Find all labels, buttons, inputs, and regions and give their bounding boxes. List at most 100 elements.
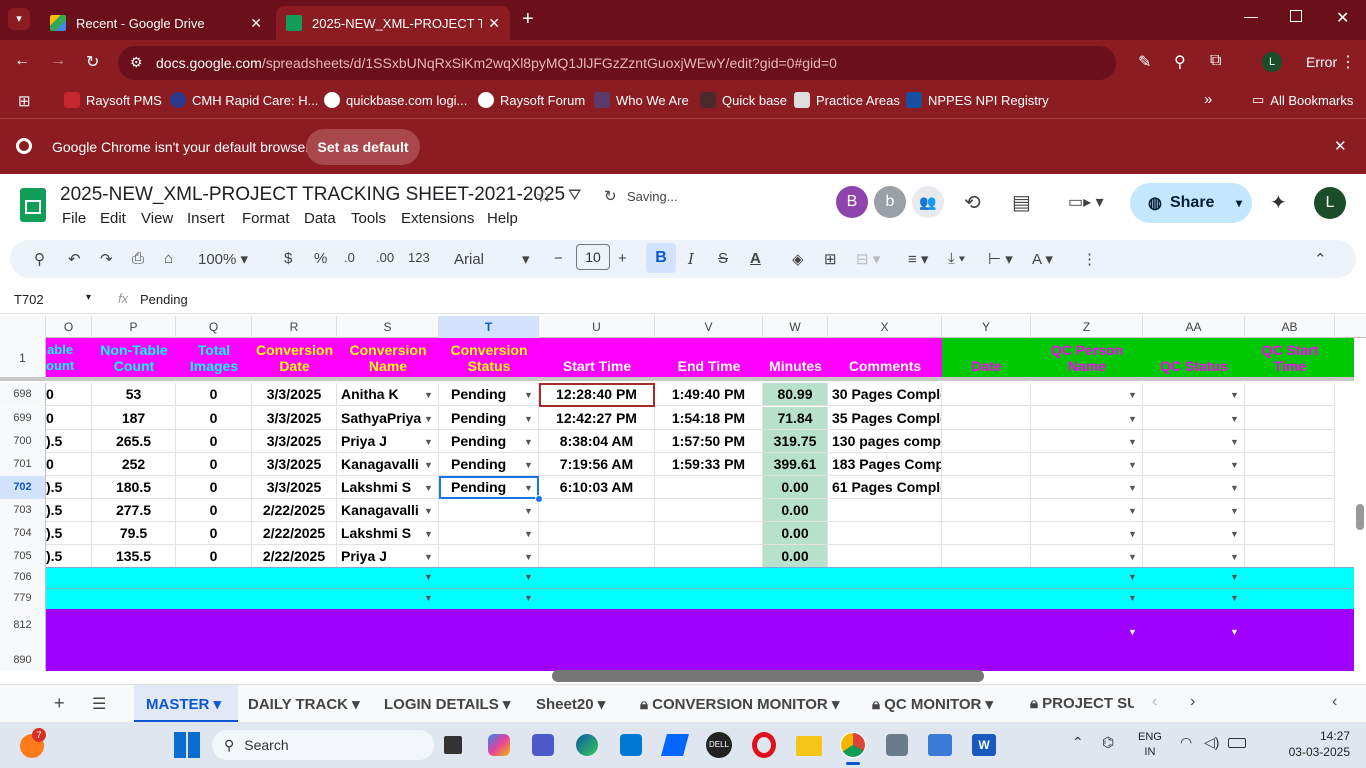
name-box[interactable]: T702: [14, 292, 44, 307]
font-size-increase-icon[interactable]: +: [618, 250, 627, 267]
cell-ab[interactable]: [1245, 430, 1335, 453]
zoom-select[interactable]: 100% ▾: [198, 250, 248, 268]
dropdown-chevron-icon[interactable]: ▼: [524, 460, 533, 470]
cell-o[interactable]: 0: [46, 383, 92, 406]
dropdown-chevron-icon[interactable]: ▼: [524, 552, 533, 562]
close-window-icon[interactable]: ✕: [1336, 8, 1349, 28]
cell-w[interactable]: 0.00: [763, 499, 828, 522]
cell-o[interactable]: ).5: [46, 545, 92, 568]
set-as-default-button[interactable]: Set as default: [306, 129, 420, 165]
cell-v[interactable]: 1:57:50 PM: [655, 430, 763, 453]
cell-z[interactable]: [1031, 453, 1143, 476]
profile-error-label[interactable]: Error: [1306, 54, 1337, 70]
dropdown-chevron-icon[interactable]: ▼: [1230, 552, 1239, 562]
dropdown-chevron-icon[interactable]: ▼: [1230, 506, 1239, 516]
move-folder-icon[interactable]: ⛛: [568, 187, 581, 205]
clock[interactable]: 14:27 03-03-2025: [1262, 728, 1350, 760]
dropdown-chevron-icon[interactable]: ▼: [1230, 627, 1239, 637]
cell-r[interactable]: 3/3/2025: [252, 383, 337, 406]
profile-avatar[interactable]: L: [1262, 52, 1282, 72]
cell-z[interactable]: [1031, 476, 1143, 499]
cell-o[interactable]: ).5: [46, 499, 92, 522]
cell-o[interactable]: 0: [46, 453, 92, 476]
all-sheets-icon[interactable]: ☰: [92, 694, 106, 714]
snipping-tool-icon[interactable]: [886, 734, 908, 756]
cell-v[interactable]: 1:59:33 PM: [655, 453, 763, 476]
cell-x[interactable]: [828, 522, 942, 545]
dropdown-chevron-icon[interactable]: ▼: [1128, 529, 1137, 539]
power-automate-icon[interactable]: [661, 734, 689, 756]
document-title[interactable]: 2025-NEW_XML-PROJECT TRACKING SHEET-2021…: [60, 184, 565, 206]
cell-v[interactable]: 1:54:18 PM: [655, 407, 763, 430]
reload-icon[interactable]: ↻: [86, 52, 99, 72]
vertical-align-icon[interactable]: ⤓ ▾: [948, 250, 965, 267]
row-header[interactable]: 706: [0, 567, 46, 588]
dropdown-chevron-icon[interactable]: ▼: [424, 552, 433, 562]
horizontal-align-icon[interactable]: ≡ ▾: [908, 250, 928, 268]
chrome-taskbar-icon[interactable]: [840, 732, 866, 758]
word-icon[interactable]: W: [972, 734, 996, 756]
header-cell[interactable]: able ount: [46, 338, 92, 378]
cell-y[interactable]: [942, 545, 1031, 568]
collaborators-icon[interactable]: 👥: [912, 186, 944, 218]
cell-r[interactable]: 3/3/2025: [252, 476, 337, 499]
tray-overflow-icon[interactable]: ⌃: [1072, 734, 1084, 751]
bookmark-quickbase-login[interactable]: quickbase.com logi...: [324, 92, 467, 108]
cell-r[interactable]: 3/3/2025: [252, 453, 337, 476]
chevron-down-icon[interactable]: ▾: [86, 292, 91, 303]
cell-q[interactable]: 0: [176, 522, 252, 545]
dropdown-chevron-icon[interactable]: ▼: [1128, 390, 1137, 400]
row-header[interactable]: 890: [0, 641, 46, 671]
row-header[interactable]: 701: [0, 453, 46, 476]
app-icon[interactable]: [928, 734, 952, 756]
cell-y[interactable]: [942, 499, 1031, 522]
file-explorer-icon[interactable]: [796, 736, 822, 756]
sheet-tab-qc-monitor[interactable]: 🔒︎ QC MONITOR ▾: [872, 695, 993, 713]
more-options-icon[interactable]: ⋮: [1082, 250, 1097, 268]
font-size-decrease-icon[interactable]: −: [554, 250, 563, 267]
cell-ab[interactable]: [1245, 522, 1335, 545]
cell-w[interactable]: 0.00: [763, 545, 828, 568]
dropdown-chevron-icon[interactable]: ▼: [1128, 460, 1137, 470]
cell-v[interactable]: [655, 476, 763, 499]
cell-v[interactable]: [655, 522, 763, 545]
sheet-tab-label[interactable]: MASTER ▾: [146, 695, 221, 713]
cell-ab[interactable]: [1245, 476, 1335, 499]
cell-u[interactable]: 7:19:56 AM: [539, 453, 655, 476]
cell-r[interactable]: 3/3/2025: [252, 407, 337, 430]
dropdown-chevron-icon[interactable]: ▼: [1230, 414, 1239, 424]
dropdown-chevron-icon[interactable]: ▼: [1128, 437, 1137, 447]
column-header[interactable]: AB: [1245, 316, 1335, 338]
cell-p[interactable]: 277.5: [92, 499, 176, 522]
cell-u[interactable]: [539, 545, 655, 568]
font-select[interactable]: Arial ▾: [454, 250, 530, 268]
cell-u[interactable]: 8:38:04 AM: [539, 430, 655, 453]
column-header[interactable]: Q: [176, 316, 252, 338]
dell-icon[interactable]: DELL: [706, 732, 732, 758]
cell-q[interactable]: 0: [176, 407, 252, 430]
column-header[interactable]: T: [439, 316, 539, 338]
dropdown-chevron-icon[interactable]: ▼: [524, 506, 533, 516]
close-tab-icon[interactable]: ✕: [250, 15, 262, 32]
menu-format[interactable]: Format: [242, 210, 290, 227]
dropdown-chevron-icon[interactable]: ▼: [1128, 593, 1137, 603]
header-cell[interactable]: Non-Table Count: [92, 338, 176, 378]
cell-p[interactable]: 180.5: [92, 476, 176, 499]
row-header[interactable]: 812: [0, 609, 46, 641]
dropdown-chevron-icon[interactable]: ▼: [424, 460, 433, 470]
dropdown-chevron-icon[interactable]: ▼: [1128, 572, 1137, 582]
version-history-icon[interactable]: ⟲: [964, 190, 981, 215]
cell-p[interactable]: 53: [92, 383, 176, 406]
menu-extensions[interactable]: Extensions: [401, 210, 474, 227]
sheet-tab-daily-track[interactable]: DAILY TRACK ▾: [248, 695, 360, 713]
row-header[interactable]: 703: [0, 499, 46, 522]
column-header[interactable]: X: [828, 316, 942, 338]
dropdown-chevron-icon[interactable]: ▼: [524, 529, 533, 539]
header-cell[interactable]: Minutes: [763, 338, 828, 378]
header-cell[interactable]: Conversion Name: [337, 338, 439, 378]
row-header[interactable]: 704: [0, 522, 46, 545]
meet-icon[interactable]: ▭▸ ▾: [1068, 192, 1104, 212]
maximize-icon[interactable]: [1290, 10, 1302, 22]
cell-z[interactable]: [1031, 430, 1143, 453]
cell-u[interactable]: 6:10:03 AM: [539, 476, 655, 499]
